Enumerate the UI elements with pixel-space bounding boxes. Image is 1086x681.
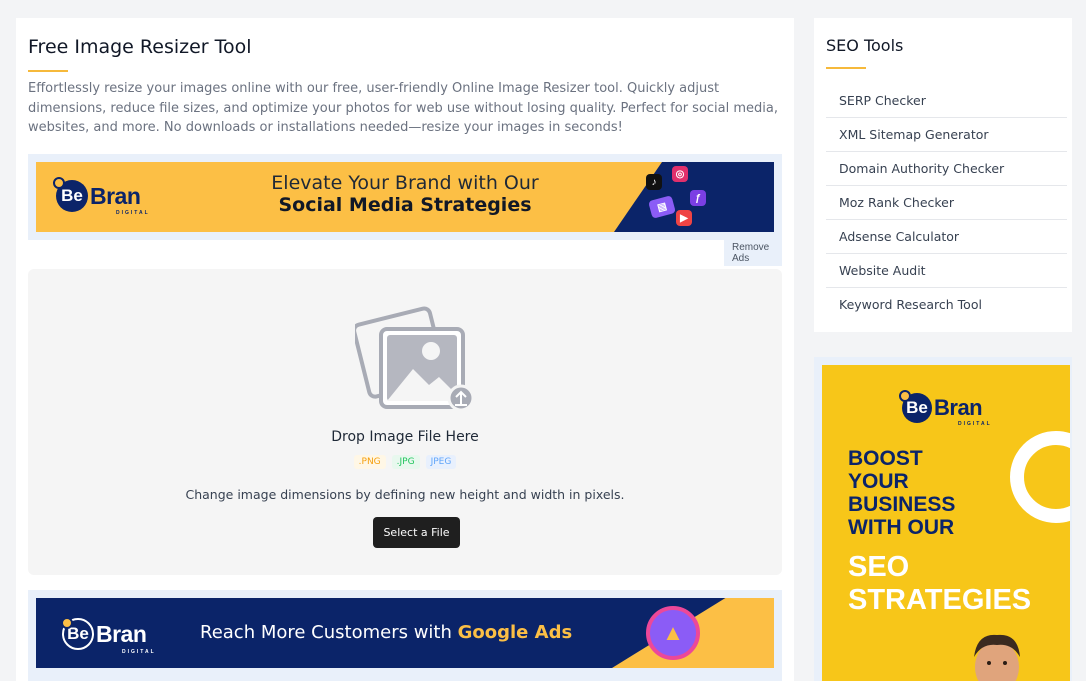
side-ad-line2: YOUR [848,470,909,493]
google-ads-icon: ▲ [646,606,700,660]
bottom-ad-container: Be Bran DIGITAL Reach More Customers wit… [28,590,782,681]
type-jpeg-badge: JPEG [425,455,457,469]
bebran-logo: Be Bran [61,617,147,650]
seo-tools-list: SERP Checker XML Sitemap Generator Domai… [826,84,1067,321]
ad-decor-ring [1010,431,1070,523]
type-png-badge: .PNG [353,455,386,469]
side-ad-line4: WITH OUR [848,516,955,539]
page-title: Free Image Resizer Tool [28,36,252,58]
side-ad-container: Be Bran DIGITAL BOOST YOUR BUSINESS WITH… [814,357,1072,681]
side-ad-banner[interactable]: Be Bran DIGITAL BOOST YOUR BUSINESS WITH… [822,365,1070,681]
bottom-ad-text: Reach More Customers with Google Ads [200,622,572,643]
side-ad-headline: BOOST YOUR BUSINESS WITH OUR [848,447,955,539]
sidebar-item-domain-authority-checker[interactable]: Domain Authority Checker [826,152,1067,186]
drop-hint: Change image dimensions by defining new … [185,487,625,502]
sidebar-item-keyword-research-tool[interactable]: Keyword Research Tool [826,288,1067,321]
tiktok-icon: ♪ [646,174,662,190]
select-file-button[interactable]: Select a File [373,517,460,548]
person-photo [974,634,1020,681]
instagram-icon: ◎ [672,166,688,182]
bottom-ad-text-highlight: Google Ads [457,622,573,643]
side-ad-line3: BUSINESS [848,493,956,516]
file-type-list: .PNG .JPG JPEG [28,455,782,469]
intro-text: Effortlessly resize your images online w… [28,81,779,135]
sidebar-title-underline [826,67,866,69]
social-icon: ƒ [690,190,706,206]
image-upload-icon [355,306,475,411]
bottom-ad-banner[interactable]: Be Bran DIGITAL Reach More Customers wit… [36,598,774,668]
main-card: Free Image Resizer Tool Effortlessly res… [16,18,794,681]
sidebar-item-adsense-calculator[interactable]: Adsense Calculator [826,220,1067,254]
side-ad-highlight: SEO STRATEGIES [848,551,1031,617]
drop-title: Drop Image File Here [331,429,479,445]
bebran-logo: Be Bran [899,390,983,423]
top-ad-container: Be Bran DIGITAL Elevate Your Brand with … [28,154,782,266]
type-jpg-badge: .JPG [391,455,420,469]
top-ad-banner[interactable]: Be Bran DIGITAL Elevate Your Brand with … [36,162,774,232]
logo-sub: DIGITAL [958,421,992,427]
title-underline [28,70,68,72]
bottom-ad-text-plain: Reach More Customers with [200,622,458,643]
sidebar-item-moz-rank-checker[interactable]: Moz Rank Checker [826,186,1067,220]
side-ad-line1: BOOST [848,447,923,470]
logo-be: Be [61,617,94,650]
logo-bran: Bran [934,395,983,420]
logo-bran: Bran [96,620,147,647]
logo-be: Be [899,390,932,423]
seo-tools-card: SEO Tools SERP Checker XML Sitemap Gener… [814,18,1072,332]
logo-sub: DIGITAL [122,649,156,655]
sidebar-item-xml-sitemap-generator[interactable]: XML Sitemap Generator [826,118,1067,152]
sidebar-item-website-audit[interactable]: Website Audit [826,254,1067,288]
side-ad-line5: SEO [848,551,910,583]
sidebar-title: SEO Tools [826,36,904,55]
youtube-icon: ▶ [676,210,692,226]
side-ad-line6: STRATEGIES [848,584,1032,616]
sidebar-item-serp-checker[interactable]: SERP Checker [826,84,1067,118]
remove-ads-link[interactable]: Remove Ads [724,240,782,266]
upload-drop-zone[interactable]: Drop Image File Here .PNG .JPG JPEG Chan… [28,269,782,575]
